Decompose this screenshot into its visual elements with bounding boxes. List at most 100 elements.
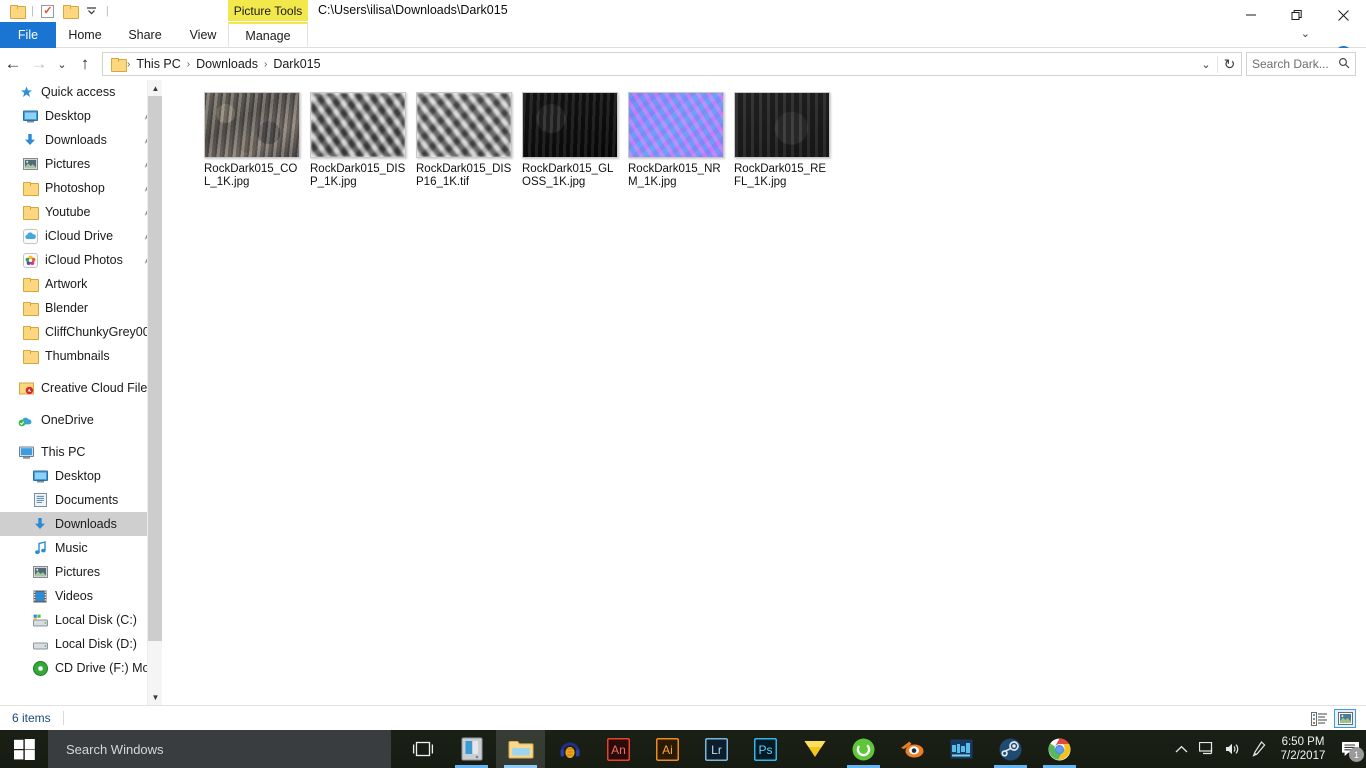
chevron-down-icon[interactable]: ⌄: [1195, 58, 1217, 71]
sidebar-item-cd-drive-f[interactable]: CD Drive (F:) Mobile: [0, 656, 162, 680]
back-button[interactable]: ←: [0, 51, 26, 77]
folder-icon[interactable]: [6, 2, 28, 20]
breadcrumb-separator: ›: [263, 58, 268, 70]
scroll-up-icon[interactable]: ▲: [148, 80, 162, 96]
quick-access-toolbar: | ✓ |: [6, 2, 112, 20]
store-button[interactable]: [447, 730, 496, 768]
sidebar-label: OneDrive: [41, 413, 94, 427]
file-item[interactable]: RockDark015_COL_1K.jpg: [199, 88, 305, 189]
recent-locations-button[interactable]: ⌄: [52, 51, 72, 77]
adobe-lightroom-button[interactable]: Lr: [692, 730, 741, 768]
chevron-down-icon[interactable]: ⌄: [1301, 27, 1310, 40]
tab-home[interactable]: Home: [60, 22, 110, 48]
sidebar-item-this-pc-documents[interactable]: Documents: [0, 488, 162, 512]
adobe-photoshop-button[interactable]: Ps: [741, 730, 790, 768]
adobe-illustrator-button[interactable]: Ai: [643, 730, 692, 768]
sidebar-item-icloud-photos[interactable]: iCloud Photos: [0, 248, 162, 272]
breadcrumb-downloads[interactable]: Downloads: [192, 57, 262, 71]
sidebar-item-creative-cloud-files[interactable]: Creative Cloud Files: [0, 376, 162, 400]
pen-icon[interactable]: [1246, 730, 1272, 768]
sidebar-item-pictures[interactable]: Pictures: [0, 152, 162, 176]
sidebar-item-thumbnails[interactable]: Thumbnails: [0, 344, 162, 368]
start-button[interactable]: [0, 730, 48, 768]
sidebar-group-quick-access[interactable]: Quick access: [0, 80, 162, 104]
tab-view[interactable]: View: [180, 22, 226, 48]
scroll-down-icon[interactable]: ▼: [148, 689, 162, 705]
sidebar-label: Desktop: [55, 469, 101, 483]
file-thumbnail[interactable]: [204, 92, 300, 158]
file-thumbnail[interactable]: [310, 92, 406, 158]
pixel-app-button[interactable]: [937, 730, 986, 768]
chevron-down-icon[interactable]: [81, 2, 103, 20]
sidebar-item-this-pc-pictures[interactable]: Pictures: [0, 560, 162, 584]
sidebar-item-this-pc-desktop[interactable]: Desktop: [0, 464, 162, 488]
file-item[interactable]: RockDark015_DISP_1K.jpg: [305, 88, 411, 189]
sidebar-item-this-pc-music[interactable]: Music: [0, 536, 162, 560]
new-folder-icon[interactable]: [59, 2, 81, 20]
sidebar-item-local-disk-d[interactable]: Local Disk (D:): [0, 632, 162, 656]
sidebar-label: Local Disk (C:): [55, 613, 137, 627]
sidebar-scrollbar[interactable]: ▲ ▼: [147, 80, 162, 705]
file-thumbnail[interactable]: [628, 92, 724, 158]
separator: |: [105, 5, 109, 17]
file-thumbnail[interactable]: [522, 92, 618, 158]
file-item[interactable]: RockDark015_REFL_1K.jpg: [729, 88, 835, 189]
file-explorer-button[interactable]: [496, 730, 545, 768]
triangle-app-button[interactable]: [790, 730, 839, 768]
file-item[interactable]: RockDark015_DISP16_1K.tif: [411, 88, 517, 189]
sidebar-item-icloud-drive[interactable]: iCloud Drive: [0, 224, 162, 248]
sidebar-label: Documents: [55, 493, 119, 507]
properties-check-icon[interactable]: ✓: [37, 2, 59, 20]
ribbon-tab-bar: File Home Share View Manage ⌄ ?: [0, 22, 1366, 63]
search-input[interactable]: Search Dark...: [1246, 52, 1356, 76]
sidebar-item-this-pc[interactable]: This PC: [0, 440, 162, 464]
file-thumbnail[interactable]: [734, 92, 830, 158]
file-list[interactable]: RockDark015_COL_1K.jpg RockDark015_DISP_…: [163, 80, 1366, 705]
sidebar-item-this-pc-downloads[interactable]: Downloads: [0, 512, 162, 536]
sidebar-item-onedrive[interactable]: OneDrive: [0, 408, 162, 432]
sidebar-item-cliffchunkygrey003[interactable]: CliffChunkyGrey003: [0, 320, 162, 344]
tab-share[interactable]: Share: [118, 22, 172, 48]
sidebar-item-youtube[interactable]: Youtube: [0, 200, 162, 224]
sidebar-item-local-disk-c[interactable]: Local Disk (C:): [0, 608, 162, 632]
divider: [62, 711, 64, 725]
google-chrome-button[interactable]: [1035, 730, 1084, 768]
file-name: RockDark015_DISP16_1K.tif: [416, 163, 512, 188]
file-item[interactable]: RockDark015_NRM_1K.jpg: [623, 88, 729, 189]
file-name: RockDark015_GLOSS_1K.jpg: [522, 163, 614, 188]
svg-text:Ai: Ai: [662, 743, 673, 757]
steam-button[interactable]: [986, 730, 1035, 768]
adobe-animate-button[interactable]: An: [594, 730, 643, 768]
large-icons-view-button[interactable]: [1334, 709, 1356, 728]
sidebar-item-desktop[interactable]: Desktop: [0, 104, 162, 128]
notifications-button[interactable]: 1: [1334, 730, 1366, 768]
sidebar-item-photoshop[interactable]: Photoshop: [0, 176, 162, 200]
sidebar-item-artwork[interactable]: Artwork: [0, 272, 162, 296]
audio-app-button[interactable]: [545, 730, 594, 768]
forward-button[interactable]: →: [26, 51, 52, 77]
sidebar-label: Quick access: [41, 85, 116, 99]
network-icon[interactable]: [1194, 730, 1220, 768]
file-thumbnail[interactable]: [416, 92, 512, 158]
show-hidden-icons-button[interactable]: [1168, 730, 1194, 768]
clock[interactable]: 6:50 PM 7/2/2017: [1272, 730, 1334, 768]
volume-icon[interactable]: [1220, 730, 1246, 768]
refresh-icon[interactable]: ↻: [1217, 55, 1241, 73]
breadcrumb-dark015[interactable]: Dark015: [269, 57, 324, 71]
scrollbar-thumb[interactable]: [148, 96, 162, 641]
address-bar[interactable]: › This PC › Downloads › Dark015 ⌄ ↻: [102, 52, 1242, 76]
folder-icon: [22, 300, 39, 316]
details-view-button[interactable]: [1308, 709, 1330, 728]
sidebar-item-blender[interactable]: Blender: [0, 296, 162, 320]
taskbar-search-input[interactable]: Search Windows: [48, 730, 391, 768]
tab-manage[interactable]: Manage: [228, 22, 308, 48]
sidebar-item-downloads[interactable]: Downloads: [0, 128, 162, 152]
blender-button[interactable]: [888, 730, 937, 768]
up-button[interactable]: ↑: [72, 51, 98, 77]
sidebar-item-this-pc-videos[interactable]: Videos: [0, 584, 162, 608]
breadcrumb-this-pc[interactable]: This PC: [132, 57, 184, 71]
file-item[interactable]: RockDark015_GLOSS_1K.jpg: [517, 88, 623, 189]
green-circle-app-button[interactable]: [839, 730, 888, 768]
task-view-button[interactable]: [398, 730, 447, 768]
tab-file[interactable]: File: [0, 22, 56, 48]
